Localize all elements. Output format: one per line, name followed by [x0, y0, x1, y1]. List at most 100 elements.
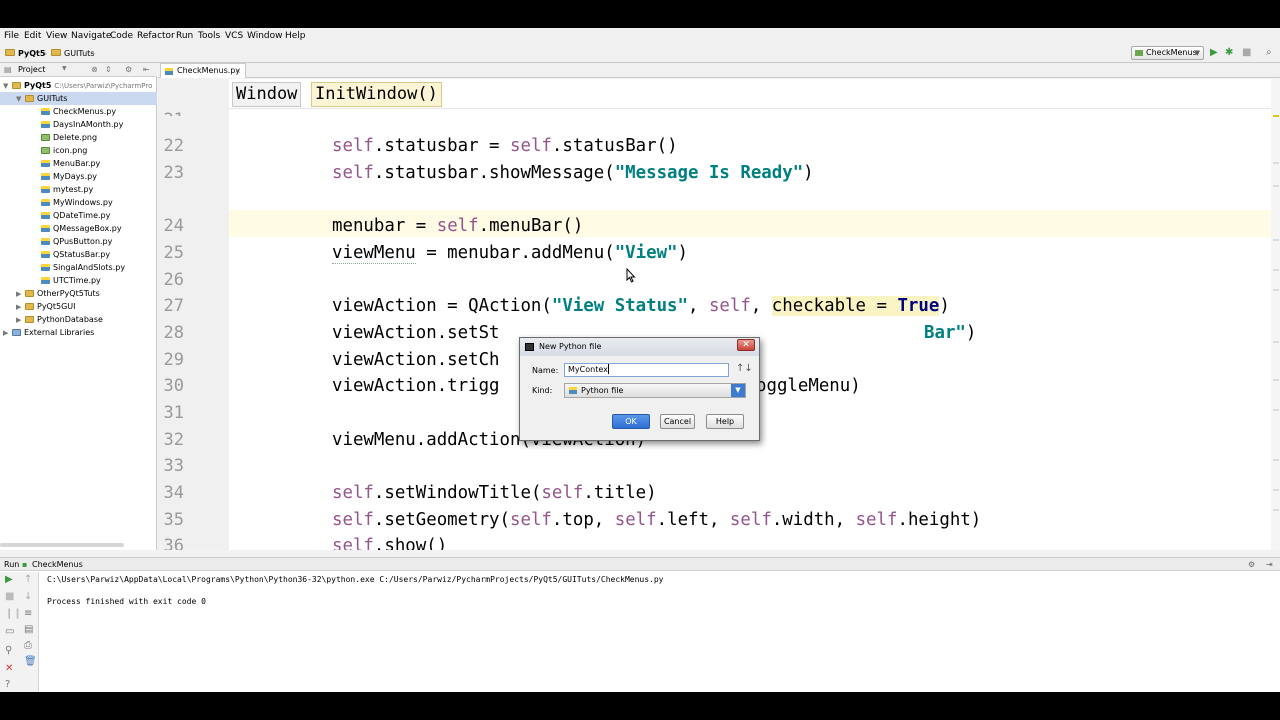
editor-tab-checkmenus[interactable]: CheckMenus.py × — [160, 63, 246, 78]
run-config-select[interactable]: CheckMenus ▼ — [1131, 46, 1204, 60]
soft-wrap-icon[interactable]: ≡ — [24, 609, 32, 619]
line-number: 28 — [163, 323, 184, 343]
gear-icon[interactable]: ⚙ — [1248, 560, 1255, 569]
scroll-down-icon[interactable]: ↓ — [24, 592, 32, 602]
menu-tools[interactable]: Tools — [198, 31, 220, 41]
tree-file[interactable]: MyWindows.py — [41, 196, 113, 209]
menu-vcs[interactable]: VCS — [225, 31, 243, 41]
chevron-down-icon[interactable]: ▼ — [62, 65, 67, 72]
tree-file[interactable]: MenuBar.py — [41, 157, 100, 170]
search-everywhere-icon[interactable]: ⌕ — [1266, 48, 1272, 58]
usage-mark[interactable] — [1273, 162, 1279, 164]
help-button[interactable]: Help — [706, 414, 744, 429]
usage-mark[interactable] — [1273, 459, 1279, 461]
menu-refactor[interactable]: Refactor — [137, 31, 175, 41]
ok-button[interactable]: OK — [612, 414, 650, 429]
print-icon[interactable]: ⎙ — [24, 641, 32, 651]
nav-crumb-folder[interactable]: GUITuts — [64, 49, 94, 58]
menu-help[interactable]: Help — [285, 31, 306, 41]
tree-file[interactable]: MyDays.py — [41, 170, 97, 183]
run-tool-window: Run ▪ CheckMenus ⚙ ⇥ ▶ ↑ ■ ↓ ❙❙ ≡ ▤ ▭ ⎙ … — [0, 557, 1280, 692]
hide-panel-icon[interactable]: ⇤ — [143, 65, 150, 74]
usage-mark[interactable] — [1273, 409, 1279, 411]
menu-run[interactable]: Run — [176, 31, 193, 41]
tree-file[interactable]: SingalAndSlots.py — [41, 261, 125, 274]
tree-file[interactable]: QDateTime.py — [41, 209, 110, 222]
breadcrumb-method[interactable]: InitWindow() — [311, 82, 442, 107]
debug-icon[interactable]: ✱ — [1225, 48, 1233, 58]
pin-icon[interactable]: ⚲ — [5, 646, 12, 656]
menu-navigate[interactable]: Navigate — [71, 31, 111, 41]
usage-mark[interactable] — [1273, 289, 1279, 291]
menu-code[interactable]: Code — [110, 31, 133, 41]
close-icon[interactable]: ✕ — [5, 664, 13, 674]
tree-folder[interactable]: ▶ PythonDatabase — [16, 313, 103, 326]
close-icon[interactable]: × — [234, 64, 241, 78]
kind-select[interactable]: Python file ▼ — [564, 383, 746, 398]
usage-mark[interactable] — [1273, 185, 1279, 187]
tree-file[interactable]: QMessageBox.py — [41, 222, 122, 235]
console-command: C:\Users\Parwiz\AppData\Local\Programs\P… — [47, 575, 664, 584]
usage-mark[interactable] — [1273, 509, 1279, 511]
tree-file[interactable]: Delete.png — [41, 131, 97, 144]
sort-updown-icon[interactable]: ↑↓ — [736, 363, 753, 374]
line-number: 31 — [163, 403, 184, 423]
stop-icon[interactable]: ■ — [1242, 48, 1251, 58]
tree-file[interactable]: QPusButton.py — [41, 235, 112, 248]
breadcrumb-class[interactable]: Window — [232, 82, 302, 107]
code-line-31-tail: oggleMenu) — [756, 376, 861, 396]
python-file-icon — [41, 186, 50, 193]
tree-external-libraries[interactable]: ▶ External Libraries — [3, 326, 94, 339]
tree-file[interactable]: CheckMenus.py — [41, 105, 116, 118]
usage-mark[interactable] — [1273, 239, 1279, 241]
run-config-tab[interactable]: CheckMenus — [32, 560, 83, 569]
tree-file[interactable]: UTCTime.py — [41, 274, 101, 287]
nav-crumb-project[interactable]: PyQt5 — [18, 49, 45, 58]
menu-view[interactable]: View — [46, 31, 67, 41]
menu-window[interactable]: Window — [247, 31, 283, 41]
screen: File Edit View Navigate Code Refactor Ru… — [0, 0, 1280, 720]
tree-folder[interactable]: ▶ PyQt5GUI — [16, 300, 76, 313]
usage-mark[interactable] — [1273, 489, 1279, 491]
tree-file[interactable]: DaysInAMonth.py — [41, 118, 123, 131]
gear-icon[interactable]: ⚙ — [125, 65, 132, 74]
project-view-select[interactable]: Project — [18, 65, 45, 74]
usage-mark[interactable] — [1273, 269, 1279, 271]
code-editor[interactable]: Window InitWindow() 22 23 24 25 26 27 28… — [158, 79, 1271, 550]
rerun-icon[interactable]: ▶ — [5, 575, 13, 585]
stop-icon[interactable]: ■ — [5, 592, 14, 602]
collapse-icon[interactable]: ⇕ — [105, 65, 112, 74]
tree-file[interactable]: icon.png — [41, 144, 87, 157]
name-input[interactable]: MyContex — [564, 363, 729, 377]
usage-mark[interactable] — [1273, 341, 1279, 343]
cancel-button[interactable]: Cancel — [660, 414, 695, 429]
dialog-title-bar[interactable]: New Python file ✕ — [520, 338, 759, 356]
python-file-icon — [41, 277, 50, 284]
tree-file[interactable]: mytest.py — [41, 183, 93, 196]
hide-panel-icon[interactable]: ⇥ — [1266, 560, 1273, 569]
console-output[interactable]: C:\Users\Parwiz\AppData\Local\Programs\P… — [47, 574, 664, 607]
project-scrollbar[interactable] — [0, 543, 124, 547]
error-stripe[interactable] — [1271, 79, 1280, 550]
sync-icon[interactable]: ⊗ — [91, 65, 98, 74]
chevron-down-icon[interactable]: ▼ — [731, 384, 745, 397]
menu-edit[interactable]: Edit — [24, 31, 41, 41]
usage-mark[interactable] — [1273, 379, 1279, 381]
menu-file[interactable]: File — [4, 31, 19, 41]
trash-icon[interactable]: 🗑 — [24, 657, 37, 667]
restore-layout-icon[interactable]: ▭ — [5, 627, 14, 637]
run-icon[interactable]: ▶ — [1210, 48, 1218, 58]
warning-mark[interactable] — [1273, 115, 1279, 117]
pause-icon[interactable]: ❙❙ — [5, 609, 22, 619]
line-number: 27 — [163, 296, 184, 316]
code-line-29-tail: Bar") — [924, 323, 977, 343]
tree-file[interactable]: QStatusBar.py — [41, 248, 110, 261]
tree-folder-guituts[interactable]: ▼ GUITuts — [0, 92, 157, 105]
python-file-icon — [41, 251, 50, 258]
tree-folder[interactable]: ▶ OtherPyQt5Tuts — [16, 287, 100, 300]
help-icon[interactable]: ? — [5, 680, 10, 690]
close-button[interactable]: ✕ — [737, 339, 755, 351]
scroll-to-end-icon[interactable]: ▤ — [24, 625, 33, 635]
scroll-up-icon[interactable]: ↑ — [24, 575, 32, 585]
tree-root[interactable]: ▼ PyQt5 C:\Users\Parwiz\PycharmPro — [3, 79, 157, 92]
